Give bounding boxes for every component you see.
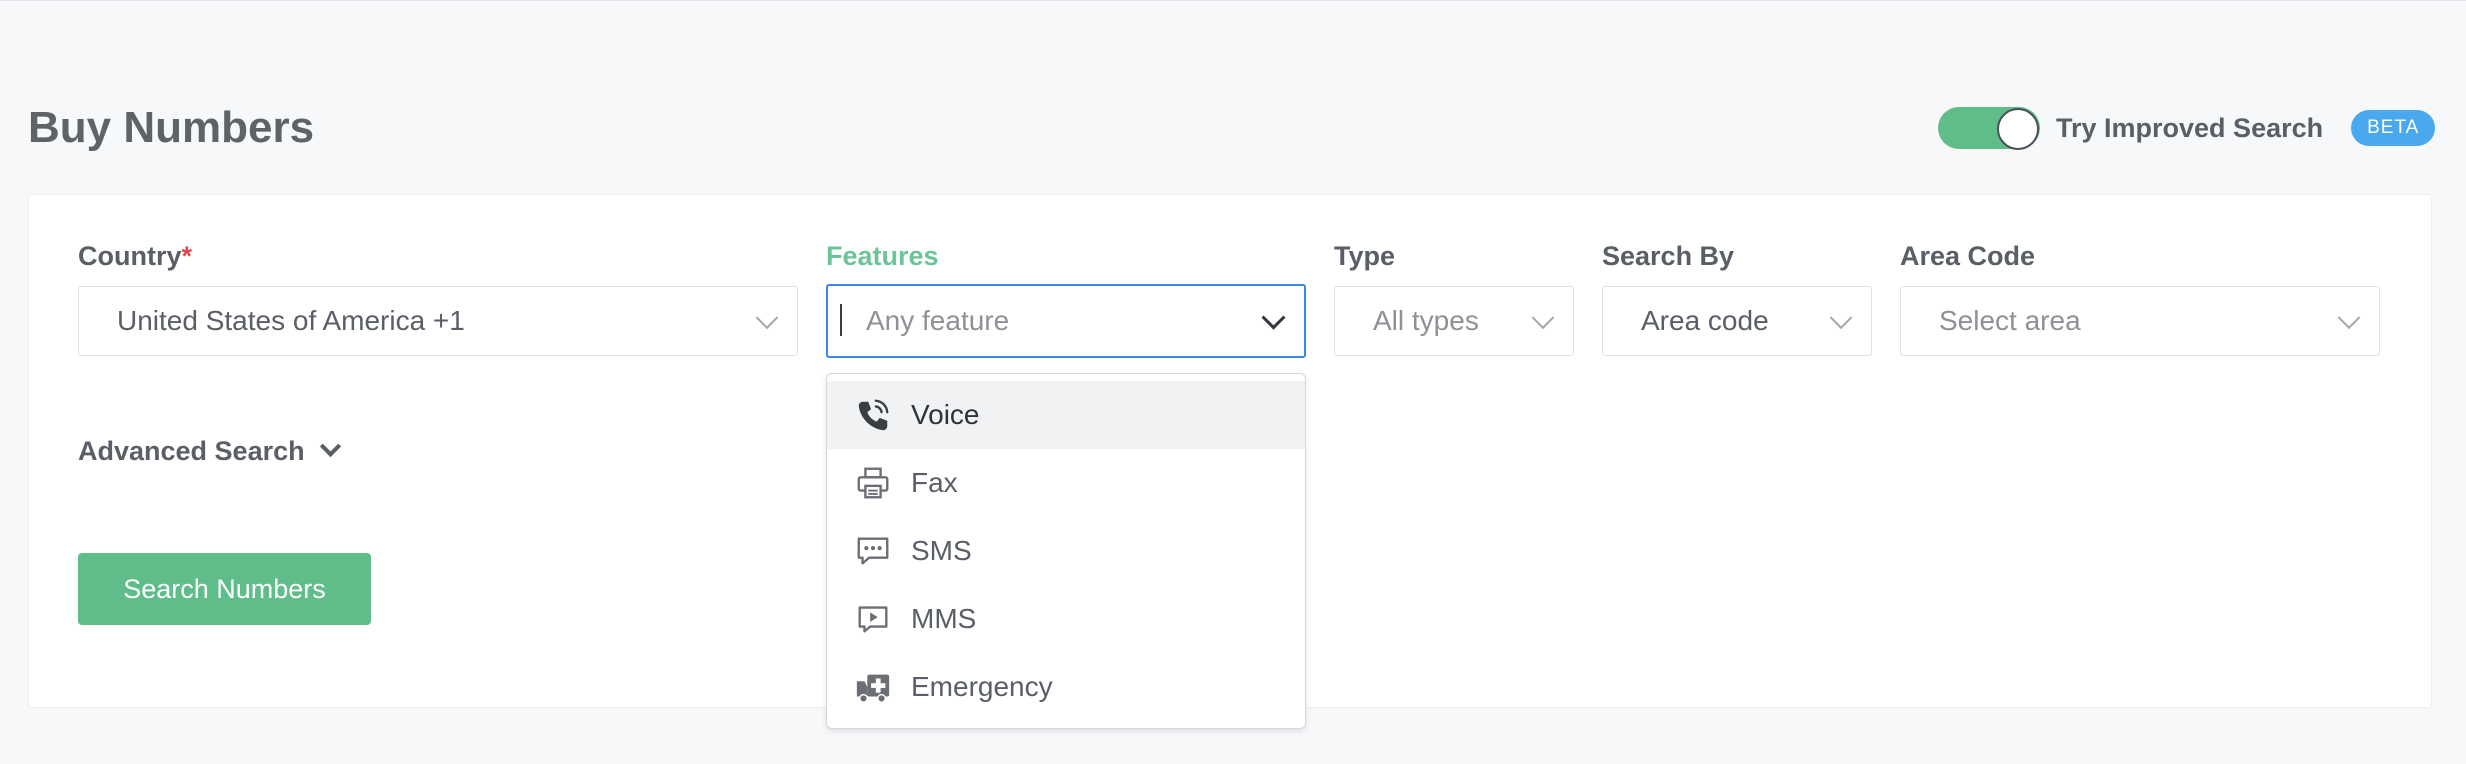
country-label-text: Country [78, 241, 182, 271]
area-code-label: Area Code [1900, 241, 2036, 271]
search-numbers-button[interactable]: Search Numbers [78, 553, 371, 625]
chevron-down-icon [755, 306, 779, 330]
mms-icon [853, 599, 893, 639]
feature-option-label: Emergency [911, 671, 1053, 702]
beta-badge: BETA [2351, 110, 2436, 146]
features-select[interactable]: Any feature [826, 284, 1306, 358]
type-select[interactable]: All types [1334, 286, 1574, 356]
feature-option-fax[interactable]: Fax [827, 449, 1305, 517]
advanced-search-toggle[interactable]: Advanced Search [78, 435, 341, 467]
features-placeholder: Any feature [866, 305, 1010, 336]
improved-search-toggle[interactable] [1938, 107, 2040, 150]
type-label: Type [1334, 241, 1396, 271]
required-mark: * [181, 241, 193, 271]
features-dropdown: Voice Fax SMS MMS Emergency [826, 373, 1306, 729]
phone-icon [853, 395, 893, 435]
ambulance-icon [853, 667, 893, 707]
feature-option-voice[interactable]: Voice [827, 381, 1305, 449]
feature-option-label: MMS [911, 603, 977, 634]
country-select[interactable]: United States of America +1 [78, 286, 798, 356]
chevron-down-icon [1261, 305, 1286, 330]
type-placeholder: All types [1373, 305, 1479, 336]
feature-option-label: Fax [911, 467, 958, 498]
chevron-down-icon [2337, 306, 2361, 330]
text-cursor [840, 304, 842, 336]
search-by-label: Search By [1602, 241, 1735, 271]
chevron-down-icon [319, 435, 341, 458]
search-by-value: Area code [1641, 305, 1769, 336]
features-label: Features [826, 241, 939, 271]
fax-icon [853, 463, 893, 503]
search-by-select[interactable]: Area code [1602, 286, 1872, 356]
feature-option-mms[interactable]: MMS [827, 585, 1305, 653]
sms-icon [853, 531, 893, 571]
feature-option-label: Voice [911, 399, 980, 430]
chevron-down-icon [1531, 306, 1555, 330]
feature-option-emergency[interactable]: Emergency [827, 653, 1305, 721]
advanced-search-label: Advanced Search [78, 436, 305, 466]
country-label: Country* [78, 239, 192, 273]
page-title: Buy Numbers [28, 103, 315, 152]
improved-search-toggle-group: Try Improved Search BETA [1938, 106, 2436, 150]
improved-search-label: Try Improved Search [2056, 112, 2324, 143]
toggle-knob [1997, 108, 2039, 150]
area-code-select[interactable]: Select area [1900, 286, 2380, 356]
area-code-placeholder: Select area [1939, 305, 2081, 336]
country-value: United States of America +1 [117, 305, 465, 336]
top-divider [0, 0, 2466, 1]
feature-option-sms[interactable]: SMS [827, 517, 1305, 585]
chevron-down-icon [1829, 306, 1853, 330]
feature-option-label: SMS [911, 535, 972, 566]
